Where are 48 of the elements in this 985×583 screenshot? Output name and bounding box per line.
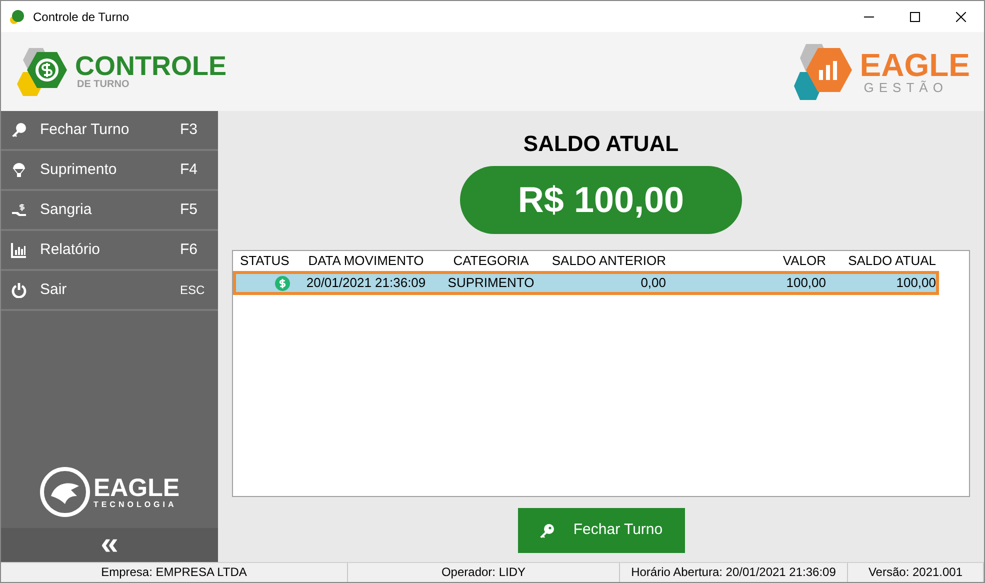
shortcut-label: F3 (180, 120, 199, 140)
column-header: CATEGORIA (452, 252, 530, 270)
status-text: Horário Abertura: 20/01/2021 21:36:09 (620, 563, 848, 582)
logo-title: CONTROLE (75, 53, 226, 80)
menu-label: Suprimento (40, 160, 117, 180)
column-header: DATA MOVIMENTO (307, 252, 425, 270)
key-icon (539, 522, 556, 538)
bar-chart-icon (11, 242, 27, 258)
parachute-icon (11, 162, 27, 178)
footer-logo-title: EAGLE (93, 476, 180, 500)
menu-label: Fechar Turno (40, 120, 130, 140)
brand-subtitle: GESTÃO (864, 81, 949, 94)
power-icon (11, 282, 27, 298)
eagle-logo-icon (39, 466, 92, 518)
close-shift-button[interactable]: Fechar Turno (518, 508, 684, 553)
balance-value: R$ 100,00 (460, 166, 742, 234)
dollar-status-icon (275, 276, 290, 290)
table-row[interactable]: 20/01/2021 21:36:09 SUPRIMENTO 0,00 100,00 100,00 (233, 271, 939, 295)
status-text: Empresa: EMPRESA LTDA (1, 563, 348, 582)
key-icon (11, 122, 27, 138)
column-header: SALDO ATUAL (847, 252, 936, 270)
logo-subtitle: DE TURNO (77, 80, 130, 90)
shortcut-label: F5 (180, 200, 199, 220)
table-cell-text: 100,00 (785, 274, 826, 292)
app-icon (9, 8, 25, 24)
column-header: SALDO ANTERIOR (550, 252, 666, 270)
menu-label: Sair (40, 280, 67, 300)
table-cell-text: 20/01/2021 21:36:09 (305, 274, 427, 292)
shortcut-label: F6 (180, 240, 199, 260)
status-text: Versão: 2021.001 (848, 563, 984, 582)
collapse-button[interactable]: « (100, 527, 118, 559)
brand-title: EAGLE (860, 49, 970, 81)
hand-coin-icon (11, 202, 27, 218)
column-header: VALOR (782, 252, 826, 270)
window-title: Controle de Turno (33, 8, 130, 26)
menu-label: Relatório (40, 240, 100, 260)
table-cell-text: 100,00 (895, 274, 936, 292)
maximize-icon (910, 12, 920, 22)
status-text: Operador: LIDY (348, 563, 620, 582)
close-icon (956, 12, 966, 22)
balance-label: SALDO ATUAL (523, 130, 679, 158)
footer-logo-subtitle: TECNOLOGIA (93, 500, 178, 508)
shortcut-label: ESC (180, 282, 206, 299)
table-cell-text: SUPRIMENTO (446, 274, 536, 292)
shortcut-label: F4 (180, 160, 199, 180)
table-cell-text: 0,00 (640, 274, 666, 292)
column-header: STATUS (239, 252, 290, 270)
menu-label: Sangria (40, 200, 92, 220)
